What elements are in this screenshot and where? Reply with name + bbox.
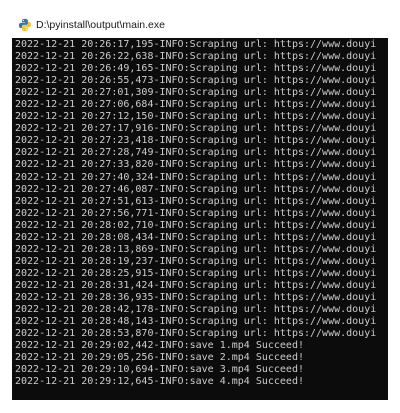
console-line: 2022-12-21 20:27:28,749-INFO:Scraping ur… [15, 147, 377, 159]
window-title: D:\pyinstall\output\main.exe [36, 19, 165, 31]
title-bar[interactable]: D:\pyinstall\output\main.exe [12, 12, 388, 38]
console-line: 2022-12-21 20:26:55,473-INFO:Scraping ur… [15, 75, 377, 87]
console-line: 2022-12-21 20:26:17,195-INFO:Scraping ur… [15, 39, 377, 50]
console-line: 2022-12-21 20:28:08,434-INFO:Scraping ur… [15, 231, 377, 243]
console-output[interactable]: 2022-12-21 20:26:17,195-INFO:Scraping ur… [12, 39, 388, 400]
console-line: 2022-12-21 20:27:56,771-INFO:Scraping ur… [15, 207, 377, 219]
console-line: 2022-12-21 20:28:42,178-INFO:Scraping ur… [15, 304, 377, 316]
console-line: 2022-12-21 20:27:12,150-INFO:Scraping ur… [15, 111, 377, 123]
console-line: 2022-12-21 20:28:25,915-INFO:Scraping ur… [15, 267, 377, 279]
python-icon [18, 18, 32, 32]
console-line: 2022-12-21 20:26:22,638-INFO:Scraping ur… [15, 51, 377, 63]
console-line: 2022-12-21 20:27:06,684-INFO:Scraping ur… [15, 99, 377, 111]
console-line: 2022-12-21 20:28:36,935-INFO:Scraping ur… [15, 291, 377, 303]
console-line: 2022-12-21 20:27:17,916-INFO:Scraping ur… [15, 123, 377, 135]
console-line: 2022-12-21 20:28:53,870-INFO:Scraping ur… [15, 328, 377, 340]
console-line: 2022-12-21 20:28:13,869-INFO:Scraping ur… [15, 243, 377, 255]
console-window[interactable]: D:\pyinstall\output\main.exe 2022-12-21 … [12, 12, 388, 400]
console-line: 2022-12-21 20:28:02,710-INFO:Scraping ur… [15, 219, 377, 231]
console-line: 2022-12-21 20:27:51,613-INFO:Scraping ur… [15, 195, 377, 207]
console-line: 2022-12-21 20:28:31,424-INFO:Scraping ur… [15, 279, 377, 291]
console-line: 2022-12-21 20:27:46,087-INFO:Scraping ur… [15, 183, 377, 195]
console-line: 2022-12-21 20:29:10,694-INFO:save 3.mp4 … [15, 364, 304, 376]
console-line: 2022-12-21 20:27:40,324-INFO:Scraping ur… [15, 171, 377, 183]
console-line: 2022-12-21 20:28:19,237-INFO:Scraping ur… [15, 255, 377, 267]
console-line: 2022-12-21 20:29:05,256-INFO:save 2.mp4 … [15, 352, 304, 364]
console-line: 2022-12-21 20:27:23,418-INFO:Scraping ur… [15, 135, 377, 147]
console-line: 2022-12-21 20:27:33,820-INFO:Scraping ur… [15, 159, 377, 171]
console-line: 2022-12-21 20:27:01,309-INFO:Scraping ur… [15, 87, 377, 99]
console-line: 2022-12-21 20:29:02,442-INFO:save 1.mp4 … [15, 340, 304, 352]
console-line: 2022-12-21 20:29:12,645-INFO:save 4.mp4 … [15, 376, 304, 388]
console-line: 2022-12-21 20:28:48,143-INFO:Scraping ur… [15, 316, 377, 328]
console-line: 2022-12-21 20:26:49,165-INFO:Scraping ur… [15, 63, 377, 75]
